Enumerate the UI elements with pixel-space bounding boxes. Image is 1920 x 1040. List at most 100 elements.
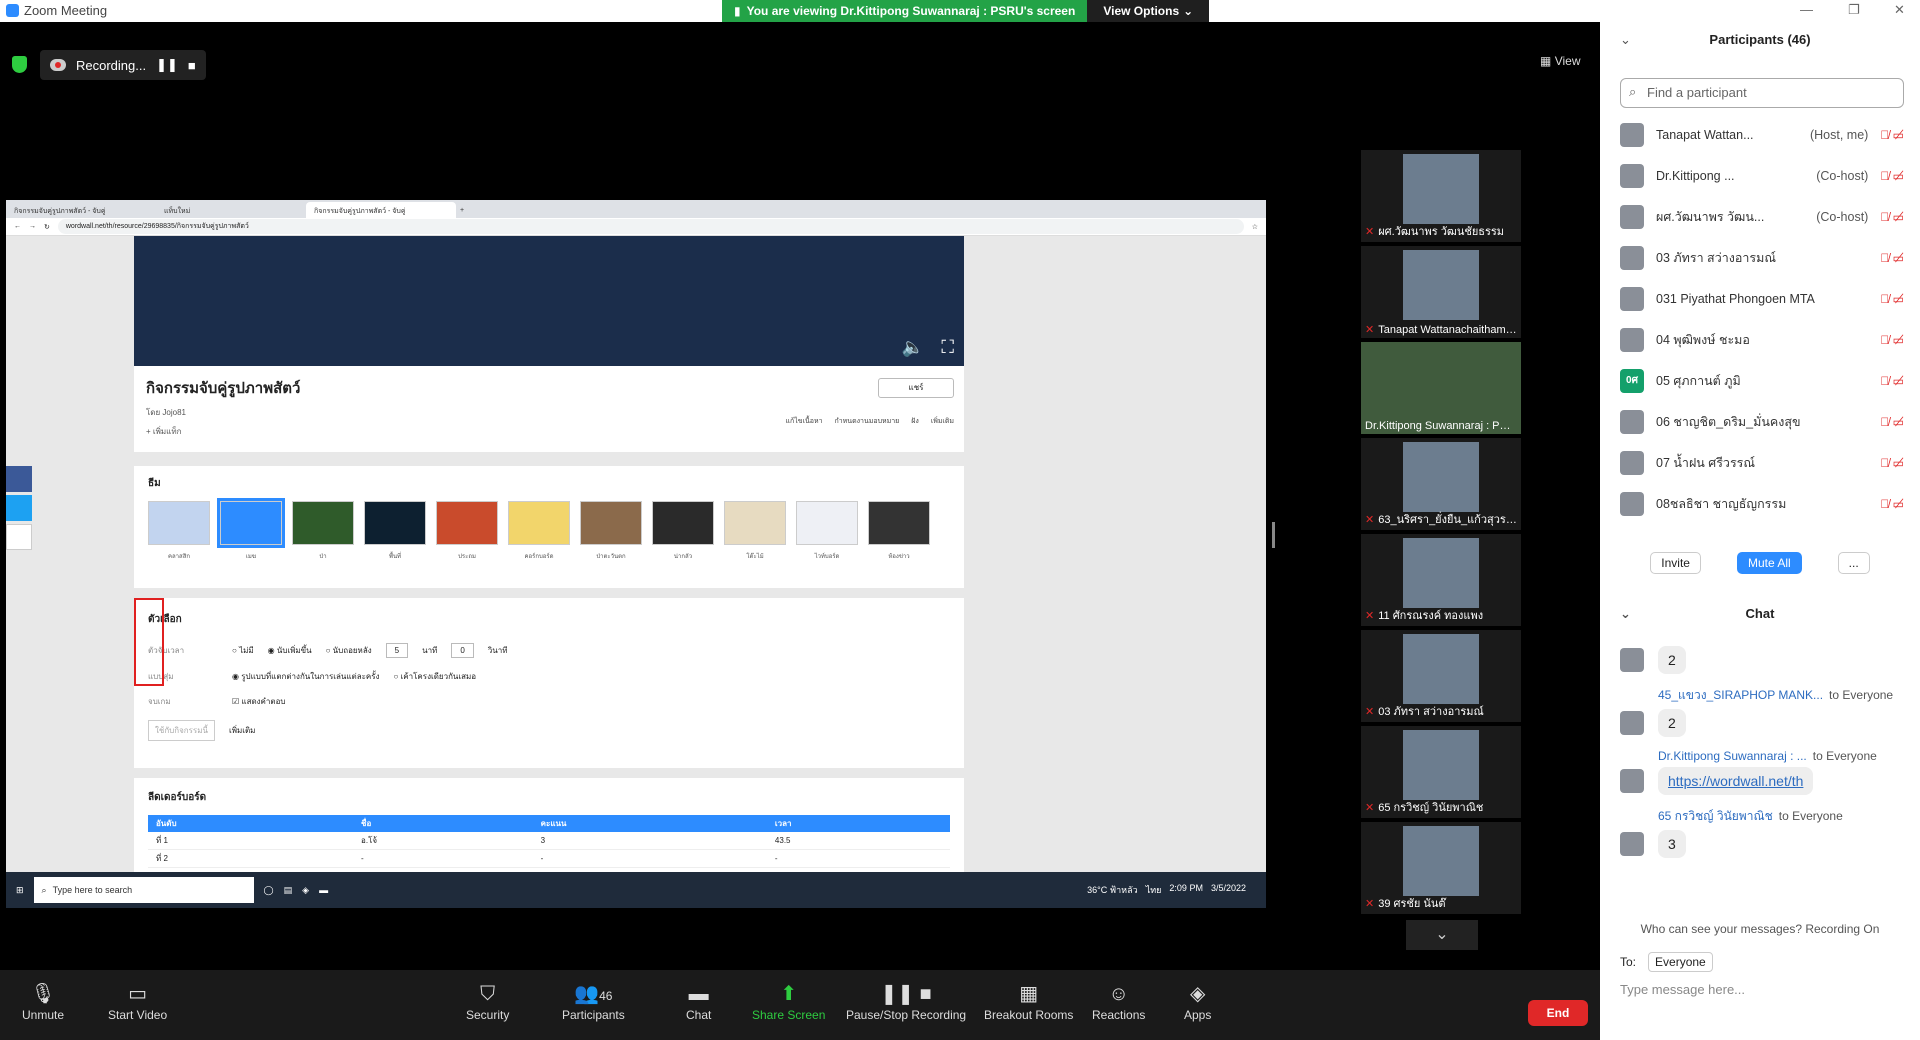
- edit-content-link[interactable]: แก้ไขเนื้อหา: [786, 416, 823, 427]
- theme-option[interactable]: ไวท์บอร์ด: [796, 501, 858, 561]
- who-can-see-link[interactable]: Who can see your messages? Recording On: [1600, 922, 1920, 936]
- browser-tab-active[interactable]: กิจกรรมจับคู่รูปภาพสัตว์ - จับคู่: [306, 202, 456, 218]
- reload-icon[interactable]: ↻: [44, 223, 50, 231]
- timer-down-radio[interactable]: ○ นับถอยหลัง: [326, 644, 372, 657]
- video-tile[interactable]: ✕ 39 ศรชัย นันต๊: [1361, 822, 1521, 914]
- show-answers-checkbox[interactable]: ☑ แสดงคำตอบ: [232, 695, 285, 708]
- unmute-button[interactable]: 🎙 Unmute: [22, 980, 64, 1022]
- theme-option[interactable]: ป่า: [292, 501, 354, 561]
- theme-option[interactable]: เมฆ: [217, 498, 285, 561]
- url-field[interactable]: wordwall.net/th/resource/29698835/กิจกรร…: [57, 219, 1244, 234]
- theme-option[interactable]: พื้นที่: [364, 501, 426, 561]
- apply-button[interactable]: ใช้กับกิจกรรมนี้: [148, 720, 215, 741]
- app-icon[interactable]: ▬: [319, 885, 328, 895]
- stop-recording-icon[interactable]: ■: [188, 58, 196, 73]
- app-icon[interactable]: ▤: [284, 885, 293, 896]
- timer-none-radio[interactable]: ○ ไม่มี: [232, 644, 254, 657]
- app-icon[interactable]: ◯: [264, 885, 274, 896]
- share-button[interactable]: แชร์: [878, 378, 954, 398]
- breakout-rooms-button[interactable]: ▦ Breakout Rooms: [984, 980, 1073, 1022]
- participant-row[interactable]: 031 Piyathat Phongoen MTA 🎙̸ ▭̸: [1620, 278, 1904, 319]
- random-varied-radio[interactable]: ◉ รูปแบบที่แตกต่างกันในการเล่นแต่ละครั้ง: [232, 670, 379, 683]
- video-tile[interactable]: ✕ ผศ.วัฒนาพร วัฒนชัยธรรม: [1361, 150, 1521, 242]
- participant-row[interactable]: Dr.Kittipong ... (Co-host) 🎙̸ ▭̸: [1620, 155, 1904, 196]
- find-participant-input[interactable]: ⌕ Find a participant: [1620, 78, 1904, 108]
- participant-row[interactable]: ผศ.วัฒนาพร วัฒน... (Co-host) 🎙̸ ▭̸: [1620, 196, 1904, 237]
- splitter-handle[interactable]: [1272, 522, 1275, 548]
- participant-row[interactable]: Tanapat Wattan... (Host, me) 🎙̸ ▭̸: [1620, 114, 1904, 155]
- end-meeting-button[interactable]: End: [1528, 1000, 1588, 1026]
- video-tile[interactable]: ✕ 63_นริศรา_ยั่งยืน_แก้วสุวรรณ: [1361, 438, 1521, 530]
- browser-tab[interactable]: กิจกรรมจับคู่รูปภาพสัตว์ - จับคู่: [6, 202, 156, 218]
- maximize-icon[interactable]: ❐: [1848, 2, 1860, 18]
- view-button[interactable]: ▦ View: [1540, 54, 1580, 68]
- theme-option[interactable]: ห้องข่าว: [868, 501, 930, 561]
- theme-option[interactable]: คอร์กบอร์ด: [508, 501, 570, 561]
- more-options-link[interactable]: เพิ่มเติม: [229, 724, 255, 737]
- theme-option[interactable]: น่ากลัว: [652, 501, 714, 561]
- more-link[interactable]: เพิ่มเติม: [931, 416, 954, 427]
- embed-icon[interactable]: [6, 524, 32, 550]
- theme-thumbnail: [724, 501, 786, 545]
- reactions-button[interactable]: ☺ Reactions: [1092, 980, 1145, 1022]
- view-options-button[interactable]: View Options ⌄: [1087, 0, 1210, 22]
- gallery-down-button[interactable]: ⌄: [1406, 920, 1478, 950]
- participant-row[interactable]: 06 ชาญชิต_ดริม_มั่นคงสุข 🎙̸ ▭̸: [1620, 401, 1904, 442]
- assign-link[interactable]: กำหนดงานมอบหมาย: [835, 416, 900, 427]
- bookmark-star-icon[interactable]: ☆: [1252, 223, 1258, 231]
- pause-recording-icon[interactable]: ❚❚: [156, 57, 178, 73]
- participants-button[interactable]: 👥46 Participants: [562, 980, 625, 1022]
- smiley-icon: ☺: [1108, 983, 1129, 1005]
- video-tile[interactable]: ✕ Tanapat Wattanachaithamma: [1361, 246, 1521, 338]
- apps-button[interactable]: ◈ Apps: [1184, 980, 1211, 1022]
- participant-row[interactable]: 04 พุฒิพงษ์ ชะมอ 🎙̸ ▭̸: [1620, 319, 1904, 360]
- avatar: 0ศ: [1620, 368, 1644, 393]
- security-shield-icon[interactable]: [12, 56, 27, 73]
- browser-tab[interactable]: แท็บใหม่: [156, 202, 306, 218]
- video-tile[interactable]: Dr.Kittipong Suwannaraj : PSRU: [1361, 342, 1521, 434]
- new-tab-icon[interactable]: +: [456, 203, 468, 218]
- fullscreen-icon[interactable]: ⛶: [941, 337, 954, 358]
- theme-option[interactable]: ป่าตะวันตก: [580, 501, 642, 561]
- theme-option[interactable]: คลาสสิก: [148, 501, 210, 561]
- mute-all-button[interactable]: Mute All: [1736, 552, 1802, 574]
- back-icon[interactable]: ←: [14, 223, 21, 230]
- embed-link[interactable]: ฝัง: [911, 416, 919, 427]
- minimize-icon[interactable]: —: [1800, 2, 1813, 17]
- participant-row[interactable]: 0ศ 05 ศุภกานต์ ภูมิ 🎙̸ ▭̸: [1620, 360, 1904, 401]
- share-screen-button[interactable]: ⬆ Share Screen: [752, 980, 825, 1022]
- tile-name: Dr.Kittipong Suwannaraj : PSRU: [1365, 420, 1517, 432]
- sound-icon[interactable]: 🔈: [902, 337, 924, 358]
- chat-input[interactable]: Type message here...: [1620, 982, 1745, 997]
- chat-sender: Dr.Kittipong Suwannaraj : ... to Everyone: [1658, 749, 1910, 763]
- participant-row[interactable]: 08ชลธิชา ชาญธัญกรรม 🎙̸ ▭̸: [1620, 483, 1904, 524]
- app-icon[interactable]: ◈: [302, 885, 309, 896]
- video-tile[interactable]: ✕ 11 ศักรณรงค์ ทองแพง: [1361, 534, 1521, 626]
- security-button[interactable]: ⛉ Security: [466, 980, 509, 1022]
- close-icon[interactable]: ✕: [1894, 2, 1905, 18]
- facebook-icon[interactable]: [6, 466, 32, 492]
- timer-up-radio[interactable]: ◉ นับเพิ่มขึ้น: [268, 644, 312, 657]
- taskbar-search[interactable]: ⌕ Type here to search: [33, 877, 254, 903]
- participant-row[interactable]: 03 ภัทรา สว่างอารมณ์ 🎙̸ ▭̸: [1620, 237, 1904, 278]
- forward-icon[interactable]: →: [29, 223, 36, 230]
- more-button[interactable]: ...: [1837, 552, 1870, 574]
- participant-row[interactable]: 07 น้ำฝน ศรีวรรณ์ 🎙̸ ▭̸: [1620, 442, 1904, 483]
- twitter-icon[interactable]: [6, 495, 32, 521]
- minutes-input[interactable]: 5: [385, 643, 409, 658]
- recipient-select[interactable]: Everyone: [1648, 952, 1713, 972]
- collapse-chevron-icon[interactable]: ⌄: [1620, 606, 1631, 622]
- random-same-radio[interactable]: ○ เค้าโครงเดียวกันเสมอ: [393, 670, 476, 683]
- invite-button[interactable]: Invite: [1650, 552, 1701, 574]
- pause-recording-button[interactable]: ❚❚ ■ Pause/Stop Recording: [846, 980, 966, 1022]
- start-video-button[interactable]: ▭ Start Video: [108, 980, 167, 1022]
- chat-link[interactable]: https://wordwall.net/th: [1658, 767, 1814, 795]
- chat-button[interactable]: ▬ Chat: [686, 980, 711, 1022]
- video-tile[interactable]: ✕ 65 กรวิชญ์ วินัยพาณิช: [1361, 726, 1521, 818]
- windows-start-icon[interactable]: ⊞: [16, 885, 24, 896]
- seconds-input[interactable]: 0: [451, 643, 474, 658]
- game-preview[interactable]: 🔈 ⛶: [134, 236, 964, 366]
- video-tile[interactable]: ✕ 03 ภัทรา สว่างอารมณ์: [1361, 630, 1521, 722]
- theme-option[interactable]: ประถม: [436, 501, 498, 561]
- theme-option[interactable]: โต๊ะไม้: [724, 501, 786, 561]
